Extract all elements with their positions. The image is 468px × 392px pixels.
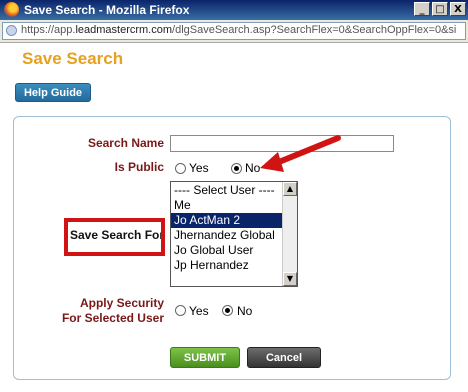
url-path: /dlgSaveSearch.asp?SearchFlex=0&SearchOp… bbox=[172, 24, 457, 36]
is-public-no-radio[interactable] bbox=[231, 163, 242, 174]
is-public-yes-radio[interactable] bbox=[175, 163, 186, 174]
url-field[interactable]: https://app.leadmastercrm.com/dlgSaveSea… bbox=[2, 22, 466, 40]
save-for-listbox[interactable]: ---- Select User ---- Me Jo ActMan 2 Jherna… bbox=[170, 181, 298, 287]
maximize-button[interactable]: □ bbox=[432, 2, 448, 16]
search-name-label: Search Name bbox=[87, 136, 164, 150]
url-prefix: https://app. bbox=[21, 24, 76, 36]
scroll-down-icon[interactable]: ▼ bbox=[283, 272, 297, 286]
apply-security-label-line1: Apply Security bbox=[79, 296, 164, 310]
close-button[interactable]: X bbox=[450, 2, 466, 16]
listbox-option[interactable]: Me bbox=[171, 198, 282, 213]
window-titlebar: Save Search - Mozilla Firefox _ □ X bbox=[0, 0, 468, 20]
apply-security-yes-radio[interactable] bbox=[175, 305, 186, 316]
listbox-scrollbar[interactable]: ▲ ▼ bbox=[282, 182, 297, 286]
globe-icon bbox=[6, 25, 17, 36]
annotation-highlight-box bbox=[64, 218, 165, 256]
window-controls: _ □ X bbox=[414, 2, 466, 16]
scroll-up-icon[interactable]: ▲ bbox=[283, 182, 297, 196]
apply-security-label-line2: For Selected User bbox=[61, 311, 164, 325]
listbox-option[interactable]: ---- Select User ---- bbox=[171, 183, 282, 198]
window-title: Save Search - Mozilla Firefox bbox=[24, 3, 190, 17]
url-bar: https://app.leadmastercrm.com/dlgSaveSea… bbox=[0, 20, 468, 43]
url-domain: leadmastercrm.com bbox=[75, 24, 173, 36]
submit-button[interactable]: SUBMIT bbox=[170, 347, 240, 368]
apply-security-no-radio[interactable] bbox=[222, 305, 233, 316]
is-public-label: Is Public bbox=[114, 160, 164, 174]
listbox-options: ---- Select User ---- Me Jo ActMan 2 Jherna… bbox=[171, 183, 282, 273]
cancel-button[interactable]: Cancel bbox=[247, 347, 321, 368]
is-public-yes-label: Yes bbox=[189, 161, 209, 175]
listbox-option[interactable]: Jhernandez Global bbox=[171, 228, 282, 243]
page-title: Save Search bbox=[22, 49, 124, 68]
listbox-option[interactable]: Jo Global User bbox=[171, 243, 282, 258]
firefox-icon bbox=[4, 2, 19, 17]
listbox-option[interactable]: Jp Hernandez bbox=[171, 258, 282, 273]
apply-security-yes-label: Yes bbox=[189, 304, 209, 318]
minimize-button[interactable]: _ bbox=[414, 2, 430, 16]
apply-security-no-label: No bbox=[237, 304, 253, 318]
help-guide-button[interactable]: Help Guide bbox=[15, 83, 91, 102]
annotation-arrow-icon bbox=[260, 135, 341, 172]
listbox-option[interactable]: Jo ActMan 2 bbox=[171, 213, 282, 228]
